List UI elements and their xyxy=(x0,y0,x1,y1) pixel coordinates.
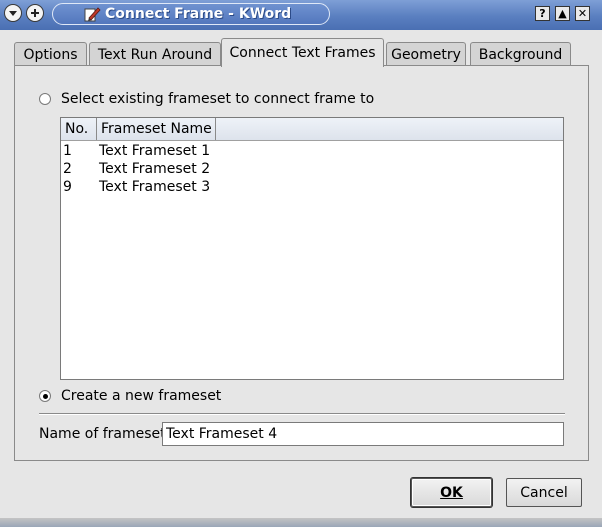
tab-panel: Select existing frameset to connect fram… xyxy=(14,65,589,461)
help-icon[interactable]: ? xyxy=(535,6,550,21)
sticky-icon[interactable] xyxy=(26,4,44,22)
new-frameset-option[interactable]: Create a new frameset xyxy=(39,388,221,404)
new-frameset-radio[interactable] xyxy=(39,390,51,402)
title-pill: Connect Frame - KWord xyxy=(52,3,330,25)
window-title: Connect Frame - KWord xyxy=(105,6,292,22)
tab-connect-text-frames[interactable]: Connect Text Frames xyxy=(221,38,384,67)
list-item[interactable]: 1 Text Frameset 1 xyxy=(61,142,563,160)
title-bar: Connect Frame - KWord ? ▲ ✕ xyxy=(0,0,602,30)
existing-frameset-radio[interactable] xyxy=(39,93,51,105)
tab-options[interactable]: Options xyxy=(14,42,87,66)
existing-frameset-option[interactable]: Select existing frameset to connect fram… xyxy=(39,91,374,107)
frameset-name-label: Name of frameset: xyxy=(39,426,171,442)
list-item[interactable]: 2 Text Frameset 2 xyxy=(61,160,563,178)
column-header-name[interactable]: Frameset Name xyxy=(97,118,216,140)
window-menu-icon[interactable] xyxy=(4,4,22,22)
frameset-name: Text Frameset 3 xyxy=(99,179,211,195)
separator xyxy=(39,413,565,415)
cancel-button-label: Cancel xyxy=(520,484,568,501)
kword-app-icon xyxy=(84,7,101,22)
frameset-list[interactable]: No. Frameset Name 1 Text Frameset 1 2 Te… xyxy=(60,117,564,380)
frameset-name: Text Frameset 2 xyxy=(99,161,211,177)
tab-geometry[interactable]: Geometry xyxy=(386,42,466,66)
list-header: No. Frameset Name xyxy=(61,118,563,141)
ok-button-label: OK xyxy=(440,484,463,501)
column-header-no[interactable]: No. xyxy=(61,118,97,140)
tab-background[interactable]: Background xyxy=(470,42,571,66)
frameset-number: 9 xyxy=(63,179,72,195)
frameset-number: 2 xyxy=(63,161,72,177)
cancel-button[interactable]: Cancel xyxy=(506,478,582,507)
header-filler xyxy=(216,118,563,140)
maximize-icon[interactable]: ▲ xyxy=(555,6,570,21)
existing-frameset-label: Select existing frameset to connect fram… xyxy=(61,91,375,107)
list-item[interactable]: 9 Text Frameset 3 xyxy=(61,178,563,196)
close-icon[interactable]: ✕ xyxy=(575,6,590,21)
frameset-name: Text Frameset 1 xyxy=(99,143,211,159)
frameset-name-input[interactable] xyxy=(162,422,564,446)
tab-text-run-around[interactable]: Text Run Around xyxy=(89,42,221,66)
window-bottom-edge xyxy=(0,518,602,527)
new-frameset-label: Create a new frameset xyxy=(61,388,222,404)
frameset-number: 1 xyxy=(63,143,72,159)
ok-button[interactable]: OK xyxy=(411,478,492,507)
